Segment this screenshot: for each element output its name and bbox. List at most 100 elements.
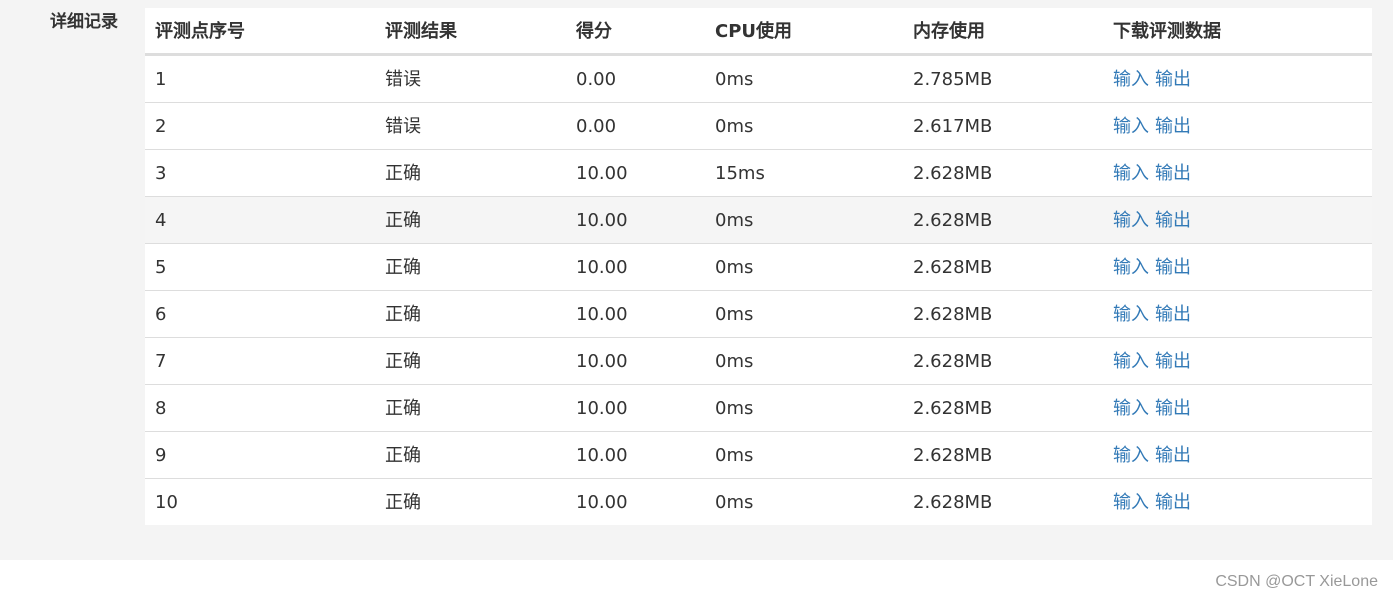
download-output-link[interactable]: 输出 xyxy=(1155,69,1191,90)
table-row: 3 正确 10.00 15ms 2.628MB 输入 输出 xyxy=(145,149,1372,196)
cell-cpu: 0ms xyxy=(715,398,754,419)
header-download: 下载评测数据 xyxy=(1113,21,1221,42)
cell-download: 输入 输出 xyxy=(1113,56,1191,103)
cell-memory: 2.628MB xyxy=(913,398,993,419)
cell-index: 7 xyxy=(155,351,167,372)
table-row: 6 正确 10.00 0ms 2.628MB 输入 输出 xyxy=(145,290,1372,337)
detail-records-panel: 详细记录 评测点序号 评测结果 得分 CPU使用 内存使用 下载评测数据 1 错… xyxy=(0,0,1393,560)
cell-memory: 2.628MB xyxy=(913,445,993,466)
cell-download: 输入 输出 xyxy=(1113,197,1191,244)
download-output-link[interactable]: 输出 xyxy=(1155,257,1191,278)
cell-memory: 2.617MB xyxy=(913,116,993,137)
header-index: 评测点序号 xyxy=(155,21,245,42)
cell-score: 10.00 xyxy=(576,492,628,513)
table-row: 9 正确 10.00 0ms 2.628MB 输入 输出 xyxy=(145,431,1372,478)
header-score: 得分 xyxy=(576,21,612,42)
download-output-link[interactable]: 输出 xyxy=(1155,398,1191,419)
cell-cpu: 0ms xyxy=(715,304,754,325)
cell-result: 正确 xyxy=(385,257,421,278)
cell-download: 输入 输出 xyxy=(1113,338,1191,385)
cell-memory: 2.628MB xyxy=(913,210,993,231)
cell-result: 正确 xyxy=(385,304,421,325)
table-row-hovered: 4 正确 10.00 0ms 2.628MB 输入 输出 xyxy=(145,196,1372,243)
cell-result: 正确 xyxy=(385,492,421,513)
download-output-link[interactable]: 输出 xyxy=(1155,163,1191,184)
download-input-link[interactable]: 输入 xyxy=(1113,398,1149,419)
cell-memory: 2.628MB xyxy=(913,163,993,184)
cell-index: 10 xyxy=(155,492,178,513)
cell-score: 10.00 xyxy=(576,351,628,372)
table-row: 1 错误 0.00 0ms 2.785MB 输入 输出 xyxy=(145,55,1372,102)
records-table: 评测点序号 评测结果 得分 CPU使用 内存使用 下载评测数据 1 错误 0.0… xyxy=(145,8,1372,525)
cell-score: 10.00 xyxy=(576,163,628,184)
cell-cpu: 0ms xyxy=(715,351,754,372)
header-memory: 内存使用 xyxy=(913,21,985,42)
table-row: 2 错误 0.00 0ms 2.617MB 输入 输出 xyxy=(145,102,1372,149)
cell-cpu: 0ms xyxy=(715,492,754,513)
cell-index: 8 xyxy=(155,398,167,419)
download-input-link[interactable]: 输入 xyxy=(1113,492,1149,513)
table-row: 8 正确 10.00 0ms 2.628MB 输入 输出 xyxy=(145,384,1372,431)
cell-result: 错误 xyxy=(385,69,421,90)
download-input-link[interactable]: 输入 xyxy=(1113,69,1149,90)
watermark: CSDN @OCT XieLone xyxy=(1215,573,1378,590)
cell-download: 输入 输出 xyxy=(1113,432,1191,479)
download-input-link[interactable]: 输入 xyxy=(1113,163,1149,184)
header-result: 评测结果 xyxy=(385,21,457,42)
cell-result: 正确 xyxy=(385,398,421,419)
download-output-link[interactable]: 输出 xyxy=(1155,445,1191,466)
header-cpu: CPU使用 xyxy=(715,21,793,42)
table-row: 10 正确 10.00 0ms 2.628MB 输入 输出 xyxy=(145,478,1372,525)
cell-cpu: 15ms xyxy=(715,163,765,184)
download-input-link[interactable]: 输入 xyxy=(1113,257,1149,278)
cell-memory: 2.785MB xyxy=(913,69,993,90)
download-input-link[interactable]: 输入 xyxy=(1113,445,1149,466)
cell-score: 10.00 xyxy=(576,398,628,419)
cell-score: 0.00 xyxy=(576,69,617,90)
cell-score: 10.00 xyxy=(576,257,628,278)
cell-cpu: 0ms xyxy=(715,69,754,90)
cell-cpu: 0ms xyxy=(715,210,754,231)
section-label: 详细记录 xyxy=(50,12,118,32)
cell-result: 正确 xyxy=(385,210,421,231)
cell-result: 正确 xyxy=(385,351,421,372)
table-row: 5 正确 10.00 0ms 2.628MB 输入 输出 xyxy=(145,243,1372,290)
cell-memory: 2.628MB xyxy=(913,492,993,513)
cell-score: 10.00 xyxy=(576,210,628,231)
cell-download: 输入 输出 xyxy=(1113,385,1191,432)
cell-result: 正确 xyxy=(385,163,421,184)
download-output-link[interactable]: 输出 xyxy=(1155,351,1191,372)
cell-index: 9 xyxy=(155,445,167,466)
download-input-link[interactable]: 输入 xyxy=(1113,210,1149,231)
cell-score: 0.00 xyxy=(576,116,617,137)
download-input-link[interactable]: 输入 xyxy=(1113,304,1149,325)
cell-index: 5 xyxy=(155,257,167,278)
cell-memory: 2.628MB xyxy=(913,304,993,325)
cell-score: 10.00 xyxy=(576,445,628,466)
cell-download: 输入 输出 xyxy=(1113,244,1191,291)
download-output-link[interactable]: 输出 xyxy=(1155,210,1191,231)
cell-download: 输入 输出 xyxy=(1113,479,1191,526)
cell-index: 1 xyxy=(155,69,167,90)
cell-index: 2 xyxy=(155,116,167,137)
cell-cpu: 0ms xyxy=(715,257,754,278)
cell-memory: 2.628MB xyxy=(913,351,993,372)
cell-result: 错误 xyxy=(385,116,421,137)
cell-download: 输入 输出 xyxy=(1113,103,1191,150)
download-input-link[interactable]: 输入 xyxy=(1113,116,1149,137)
download-output-link[interactable]: 输出 xyxy=(1155,304,1191,325)
cell-memory: 2.628MB xyxy=(913,257,993,278)
cell-index: 6 xyxy=(155,304,167,325)
cell-score: 10.00 xyxy=(576,304,628,325)
cell-index: 4 xyxy=(155,210,167,231)
download-input-link[interactable]: 输入 xyxy=(1113,351,1149,372)
cell-result: 正确 xyxy=(385,445,421,466)
cell-index: 3 xyxy=(155,163,167,184)
table-row: 7 正确 10.00 0ms 2.628MB 输入 输出 xyxy=(145,337,1372,384)
table-header-row: 评测点序号 评测结果 得分 CPU使用 内存使用 下载评测数据 xyxy=(145,8,1372,55)
cell-cpu: 0ms xyxy=(715,116,754,137)
cell-cpu: 0ms xyxy=(715,445,754,466)
download-output-link[interactable]: 输出 xyxy=(1155,492,1191,513)
download-output-link[interactable]: 输出 xyxy=(1155,116,1191,137)
cell-download: 输入 输出 xyxy=(1113,291,1191,338)
